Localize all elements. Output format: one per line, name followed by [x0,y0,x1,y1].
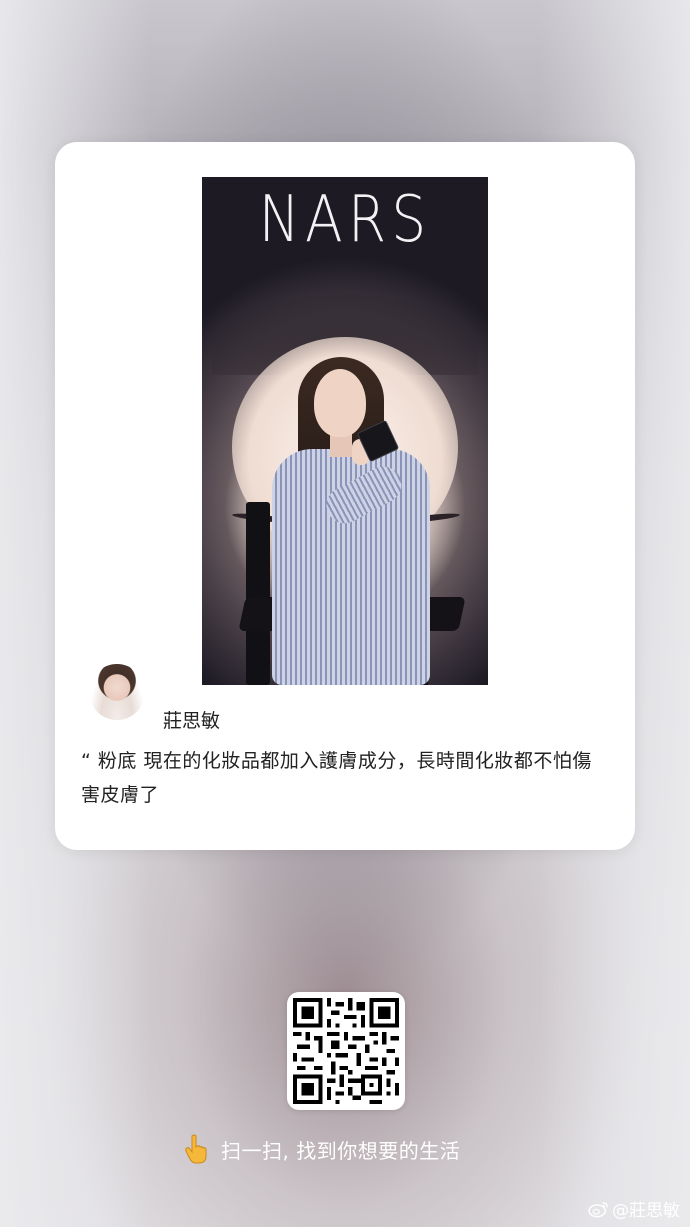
photo-person-face [314,369,366,437]
author-name[interactable]: 莊思敏 [163,706,220,733]
photo-chair-back [246,502,270,685]
share-card[interactable]: NARS 莊思敏 “ 粉底 現在的化妝品都加入護膚成分，長時間化妝都不怕傷害皮膚… [55,142,635,850]
scan-tagline: 扫一扫, 找到你想要的生活 [221,1138,461,1163]
weibo-watermark: @莊思敏 [588,1196,680,1221]
author-avatar[interactable] [89,664,145,720]
qr-code-graphic [293,998,399,1104]
weibo-icon [588,1201,608,1217]
brand-logo: NARS [258,183,432,257]
qr-code [287,992,405,1110]
post-photo[interactable]: NARS [202,177,488,685]
scan-tagline-row: 扫一扫, 找到你想要的生活 [185,1132,460,1166]
pointing-hand-icon [185,1134,207,1164]
post-quote: “ 粉底 現在的化妝品都加入護膚成分，長時間化妝都不怕傷害皮膚了 [81,750,592,806]
watermark-text: @莊思敏 [612,1201,680,1221]
